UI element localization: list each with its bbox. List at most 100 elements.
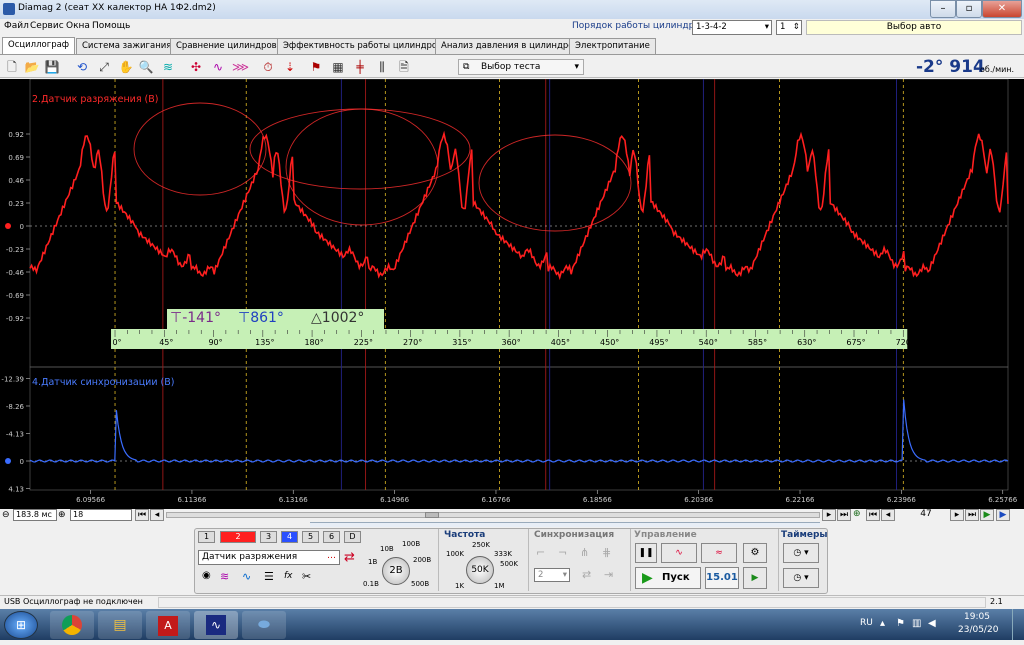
function-icon[interactable]: fx [284, 571, 293, 581]
ch-button-3[interactable]: 3 [260, 531, 277, 543]
ch-button-5[interactable]: 5 [302, 531, 319, 543]
zoom-out-icon[interactable]: ⊖ [2, 510, 10, 520]
channel-select[interactable]: 18 [70, 509, 132, 521]
folder-icon[interactable]: ▤ [98, 611, 142, 639]
sync-offset-icon[interactable]: ⇥ [604, 568, 613, 581]
network-icon[interactable]: ▥ [912, 618, 921, 629]
frame-first-icon[interactable]: ⏮ [866, 509, 880, 521]
last-icon[interactable]: ⏭ [837, 509, 851, 521]
new-file-icon[interactable]: 🗋 [4, 59, 20, 75]
menu-help[interactable]: Помощь [92, 21, 130, 31]
flag-icon[interactable]: ⚑ [896, 618, 905, 629]
timer1-button[interactable]: ◷ ▾ [783, 543, 819, 563]
next-icon[interactable]: ▸ [822, 509, 836, 521]
tray-arrow-icon[interactable]: ▴ [880, 618, 885, 629]
cyl-order-select[interactable]: 1-3-4-2 ▾ [692, 20, 772, 35]
ch-button-d[interactable]: D [344, 531, 361, 543]
frame-prev-icon[interactable]: ◂ [881, 509, 895, 521]
menu-file[interactable]: Файл [4, 21, 29, 31]
start-button[interactable]: ⊞ [4, 611, 38, 639]
minimize-button[interactable]: – [930, 0, 956, 18]
test-select[interactable]: ⧉ Выбор теста ▾ [458, 59, 584, 75]
cursor-icon[interactable]: ⤢ [96, 59, 112, 75]
sync-select[interactable]: 2 ▾ [534, 568, 570, 582]
auto-play-button[interactable]: ▶ [743, 567, 767, 589]
pdf-icon[interactable]: A [146, 611, 190, 639]
frame-last-icon[interactable]: ⏭ [965, 509, 979, 521]
chrome-icon[interactable] [50, 611, 94, 639]
zoom-icon[interactable]: 🔍 [138, 59, 154, 75]
tab-power[interactable]: Электропитание [569, 38, 656, 54]
auto-button[interactable]: ⚙ [743, 543, 767, 563]
zoom-fit-icon[interactable]: ⟲ [74, 59, 90, 75]
timer2-button[interactable]: ◷ ▾ [783, 568, 819, 588]
volume-icon[interactable]: ◀ [928, 618, 936, 629]
sync-level-icon[interactable]: ⇄ [582, 568, 591, 581]
sync-auto-icon[interactable]: ⋕ [602, 546, 611, 559]
markers-icon[interactable]: ✣ [188, 59, 204, 75]
filter-wave-icon[interactable]: ∿ [242, 570, 251, 583]
spectrum-icon[interactable]: ⋙ [232, 59, 249, 75]
angle-tick-label: 675° [846, 338, 865, 347]
cyl-index-stepper[interactable]: 1 ⇕ [776, 20, 802, 35]
trigger-level-icon[interactable]: ⇣ [282, 59, 298, 75]
zoom-in-icon[interactable]: ⊕ [58, 510, 66, 520]
ch-button-2[interactable]: 2 [220, 531, 256, 543]
oscilloscope-view[interactable]: 0.92 0.69 0.46 0.23 0 -0.23 -0.46 -0.69 -0.92 -12… [0, 79, 1024, 509]
tab-cyl-efficiency[interactable]: Эффективность работы цилиндров [277, 38, 449, 54]
menu-windows[interactable]: Окна [66, 21, 90, 31]
pause-button[interactable]: ❚❚ [635, 543, 657, 563]
lines-icon[interactable]: ☰ [264, 570, 274, 583]
sensor-settings-icon[interactable]: ⇄ [344, 550, 355, 565]
frequency-knob[interactable]: 50K [466, 556, 494, 584]
angle-tick-label: 720° [896, 338, 915, 347]
baseline-icon[interactable]: ╪ [352, 59, 368, 75]
probe-icon[interactable]: ◉ [202, 570, 211, 581]
close-button[interactable]: ✕ [982, 0, 1022, 18]
sensor-select[interactable]: Датчик разряжения… [198, 550, 340, 565]
tab-cyl-compare[interactable]: Сравнение цилиндров [170, 38, 283, 54]
add-frame-icon[interactable]: ⊕ [853, 509, 861, 519]
show-desktop-button[interactable] [1012, 609, 1024, 640]
hand-icon[interactable]: ✋ [118, 59, 134, 75]
time-scrollbar[interactable] [166, 512, 820, 518]
ch-button-4[interactable]: 4 [281, 531, 298, 543]
sync-marker-icon[interactable]: ⚑ [308, 59, 324, 75]
noise-button[interactable]: ≈ [701, 543, 737, 563]
columns-icon[interactable]: ⫼ [374, 59, 390, 75]
lang-indicator[interactable]: RU [860, 618, 873, 628]
tab-pressure[interactable]: Анализ давления в цилиндре [435, 38, 580, 54]
ch-button-6[interactable]: 6 [323, 531, 340, 543]
menu-service[interactable]: Сервис [30, 21, 64, 31]
tab-ignition[interactable]: Система зажигания [76, 38, 178, 54]
voltage-knob[interactable]: 2В [382, 557, 410, 585]
ch-button-1[interactable]: 1 [198, 531, 215, 543]
open-folder-icon[interactable]: 📂 [24, 59, 40, 75]
diamag-icon[interactable]: ∿ [194, 611, 238, 639]
table-icon[interactable]: ▦ [330, 59, 346, 75]
panel-splitter[interactable] [310, 522, 820, 527]
sync-mode-icon[interactable]: ⋔ [580, 546, 589, 559]
app-icon-blue[interactable]: ⬬ [242, 611, 286, 639]
scroll-thumb[interactable] [425, 512, 439, 518]
tools-icon[interactable]: ✂ [302, 570, 311, 583]
prev-icon[interactable]: ◂ [150, 509, 164, 521]
sync-rise-icon[interactable]: ⌐ [536, 546, 545, 559]
sine-button[interactable]: ∿ [661, 543, 697, 563]
filter-icon[interactable]: ≋ [160, 59, 176, 75]
play-forward-icon[interactable]: ▶ [996, 509, 1010, 521]
first-icon[interactable]: ⏮ [135, 509, 149, 521]
play-icon[interactable]: ▶ [980, 509, 994, 521]
document-icon[interactable]: 🗎 [396, 59, 412, 75]
start-button[interactable]: ▶ Пуск [635, 567, 701, 589]
time-div-field[interactable]: 183.8 мс [13, 509, 57, 521]
maximize-button[interactable]: ▫ [956, 0, 982, 18]
save-icon[interactable]: 💾 [44, 59, 60, 75]
tab-oscilloscope[interactable]: Осциллограф [2, 37, 76, 54]
wave-icon[interactable]: ∿ [210, 59, 226, 75]
invert-icon[interactable]: ≋ [220, 570, 229, 583]
frame-next-icon[interactable]: ▸ [950, 509, 964, 521]
sync-fall-icon[interactable]: ¬ [558, 546, 567, 559]
auto-select-button[interactable]: Выбор авто [806, 20, 1022, 35]
stopwatch-icon[interactable]: ⏱ [260, 59, 276, 75]
